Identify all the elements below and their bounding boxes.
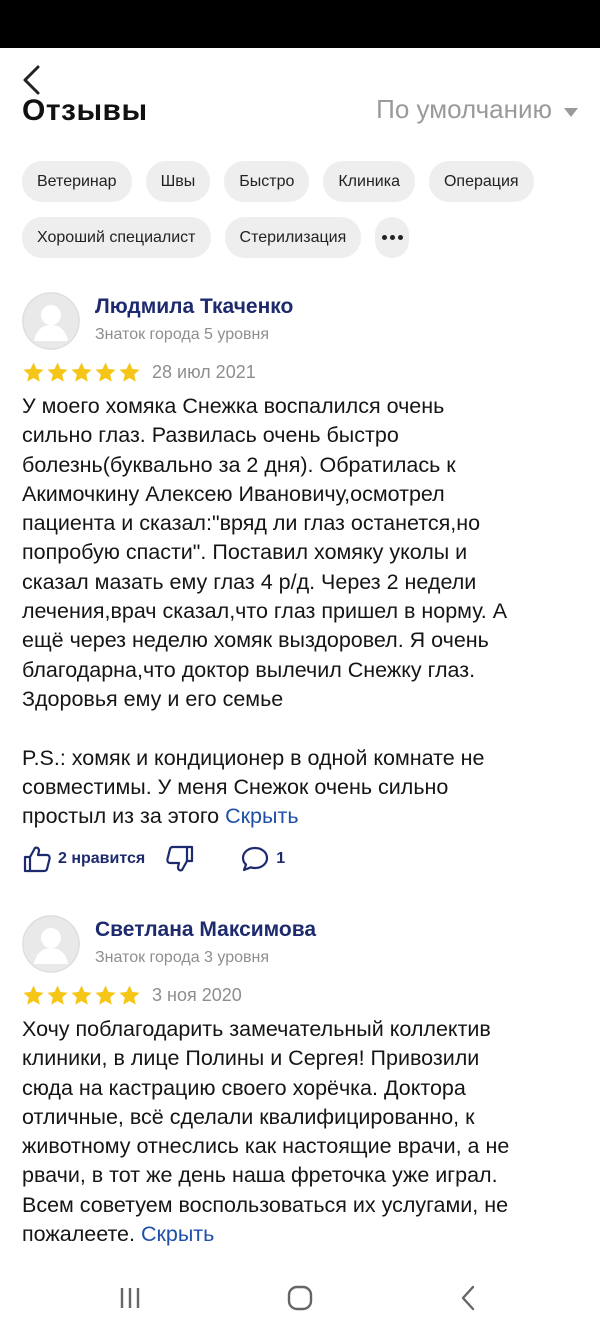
star-icon [95,985,116,1005]
user-placeholder-icon [22,292,80,350]
recents-icon [120,1288,140,1308]
review-date: 28 июл 2021 [152,362,256,382]
star-icon [95,362,116,382]
system-nav-bar [0,1262,600,1332]
review-text: У моего хомяка Снежка воспалился очень с… [22,392,582,831]
tag-filter-chips: Ветеринар Швы Быстро Клиника Операция Хо… [22,161,582,273]
more-chips-button[interactable] [375,217,410,258]
user-placeholder-icon [22,915,80,973]
thumbs-down-icon [166,845,194,872]
star-rating [22,984,141,1007]
caret-down-icon [564,108,578,117]
top-bar: Отзывы По умолчанию [0,48,600,138]
chevron-left-icon [23,65,40,95]
author-name[interactable]: Людмила Ткаченко [95,295,293,319]
chip-row: Ветеринар Швы Быстро Клиника Операция [22,161,582,202]
thumbs-up-icon [23,846,51,873]
home-icon [287,1285,313,1311]
chip-sterilizatsiya[interactable]: Стерилизация [224,217,362,258]
rating-row: 28 июл 2021 [22,361,256,384]
nav-home-button[interactable] [278,1276,322,1320]
review-card: Светлана Максимова Знаток города 3 уровн… [22,915,582,1255]
review-card: Людмила Ткаченко Знаток города 5 уровня … [22,292,582,882]
comment-bubble-icon [242,846,269,872]
author-name[interactable]: Светлана Максимова [95,918,316,942]
likes-count: 2 нравится [58,850,146,867]
chip-bystro[interactable]: Быстро [224,161,310,202]
more-dots-icon [381,235,403,240]
star-icon [23,985,44,1005]
star-icon [119,362,140,382]
chip-klinika[interactable]: Клиника [323,161,415,202]
dislike-button[interactable] [165,844,195,874]
star-icon [23,362,44,382]
nav-back-icon [461,1285,475,1311]
avatar[interactable] [22,915,80,973]
hide-link[interactable]: Скрыть [141,1222,214,1246]
review-body: Хочу поблагодарить замечательный коллект… [22,1017,510,1247]
star-icon [71,362,92,382]
back-button[interactable] [14,62,50,98]
star-icon [71,985,92,1005]
star-icon [47,985,68,1005]
status-bar [0,0,600,48]
sort-label: По умолчанию [376,94,552,124]
nav-recents-button[interactable] [108,1276,152,1320]
section-title: Отзывы [22,94,148,127]
nav-back-button[interactable] [446,1276,490,1320]
comments-button[interactable]: 1 [240,844,285,874]
comments-count: 1 [276,850,286,867]
chip-veterinar[interactable]: Ветеринар [22,161,132,202]
review-date: 3 ноя 2020 [152,985,242,1005]
chip-operatsiya[interactable]: Операция [428,161,534,202]
chip-shvy[interactable]: Швы [145,161,211,202]
like-button[interactable]: 2 нравится [22,844,145,874]
chip-khoroshiy-spetsialist[interactable]: Хороший специалист [22,217,211,258]
sort-dropdown[interactable]: По умолчанию [376,94,578,125]
author-level: Знаток города 3 уровня [95,949,270,966]
star-rating [22,361,141,384]
star-icon [47,362,68,382]
avatar[interactable] [22,292,80,350]
review-text: Хочу поблагодарить замечательный коллект… [22,1015,582,1249]
author-level: Знаток города 5 уровня [95,326,270,343]
chip-row: Хороший специалист Стерилизация [22,217,582,258]
hide-link[interactable]: Скрыть [225,804,298,828]
rating-row: 3 ноя 2020 [22,984,242,1007]
review-actions: 2 нравится 1 [22,844,285,874]
review-body: У моего хомяка Снежка воспалился очень с… [22,394,508,829]
star-icon [119,985,140,1005]
